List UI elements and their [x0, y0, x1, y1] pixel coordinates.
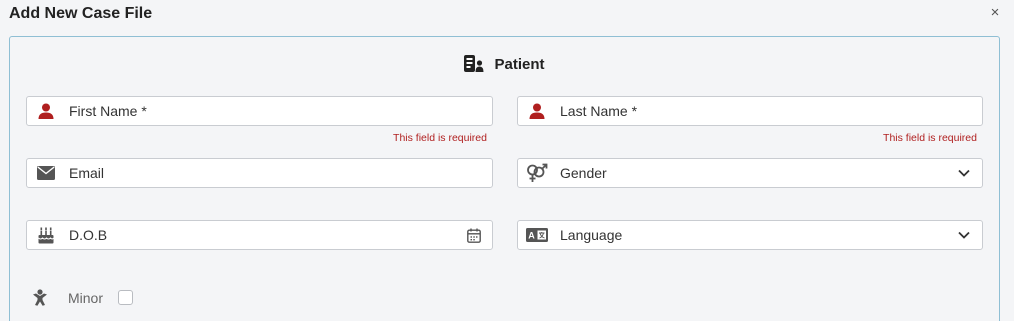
- close-icon: ×: [990, 4, 1000, 21]
- last-name-error: This field is required: [883, 132, 977, 144]
- user-icon: [27, 103, 65, 119]
- minor-row: Minor: [27, 289, 134, 306]
- svg-text:A: A: [528, 231, 535, 241]
- dialog-title: Add New Case File: [9, 5, 153, 22]
- chevron-down-icon: [946, 231, 982, 239]
- patient-panel: Patient This field is required This fiel…: [9, 36, 1000, 321]
- email-field[interactable]: [26, 158, 493, 188]
- first-name-field[interactable]: [26, 96, 493, 126]
- minor-label: Minor: [68, 289, 104, 306]
- language-value: Language: [560, 227, 623, 243]
- gender-select[interactable]: Gender: [517, 158, 983, 188]
- section-title: Patient: [494, 55, 545, 73]
- gender-value: Gender: [560, 165, 607, 181]
- birthday-cake-icon: [27, 227, 65, 244]
- gender-icon: [518, 163, 556, 183]
- first-name-input[interactable]: [65, 103, 492, 119]
- patient-card-icon: [464, 55, 484, 73]
- close-button[interactable]: ×: [986, 4, 1004, 22]
- language-icon: A: [518, 228, 556, 242]
- dob-field[interactable]: [26, 220, 493, 250]
- language-select[interactable]: A Language: [517, 220, 983, 250]
- last-name-input[interactable]: [556, 103, 982, 119]
- section-header: Patient: [10, 55, 999, 73]
- email-input[interactable]: [65, 165, 492, 181]
- first-name-error: This field is required: [393, 132, 487, 144]
- minor-checkbox[interactable]: [118, 290, 134, 305]
- last-name-field[interactable]: [517, 96, 983, 126]
- chevron-down-icon: [946, 169, 982, 177]
- child-icon: [27, 289, 53, 306]
- calendar-icon[interactable]: [456, 228, 492, 243]
- dob-input[interactable]: [65, 227, 456, 243]
- user-icon: [518, 103, 556, 119]
- envelope-icon: [27, 166, 65, 180]
